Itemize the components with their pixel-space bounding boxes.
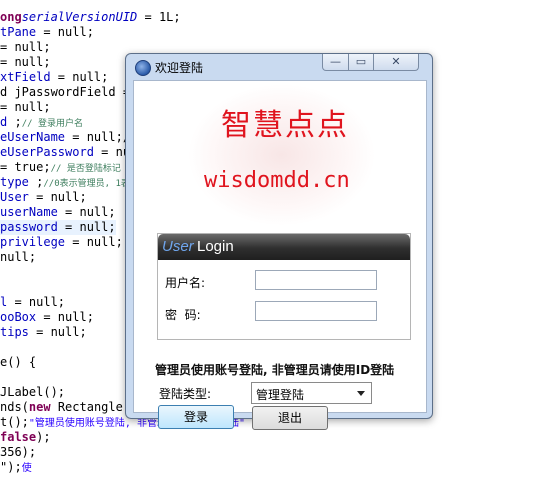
code-line: = null;	[0, 100, 51, 115]
code-line: userName = null;	[0, 205, 116, 220]
title-bar[interactable]: 欢迎登陆 — ▭ ✕	[126, 54, 432, 80]
code-token-post: = null;	[65, 235, 123, 249]
minimize-button[interactable]: —	[322, 54, 349, 71]
code-token-fld2: type	[0, 175, 29, 189]
code-token-cmt: // 是否登陆标记	[50, 164, 121, 174]
username-input[interactable]	[255, 270, 377, 290]
login-notice: 管理员使用账号登陆, 非管理员请使用ID登陆	[155, 363, 395, 377]
brand-title-english: wisdomdd.cn	[204, 168, 350, 193]
code-token-post: ");	[0, 460, 22, 474]
code-line: nds(new Rectangle(1	[0, 400, 137, 415]
code-token-post: null;	[0, 250, 37, 264]
maximize-button[interactable]: ▭	[348, 54, 374, 71]
code-line: tips = null;	[0, 325, 87, 340]
code-token-post: = null;	[36, 310, 94, 324]
code-line: d ;// 登录用户名	[0, 115, 83, 130]
brand-title-chinese: 智慧点点	[221, 108, 349, 143]
code-token-kw: new	[28, 400, 51, 414]
login-panel-header: User Login	[158, 234, 410, 260]
code-line: eUserPassword = nul	[0, 145, 137, 160]
code-line: password = null;	[0, 220, 116, 235]
code-token-post: = null;	[50, 70, 109, 84]
code-token-cmt: // 登录用户名	[21, 119, 83, 129]
exit-button[interactable]: 退出	[252, 406, 328, 430]
code-line: ongserialVersionUID = 1L;	[0, 10, 181, 25]
header-login-text: Login	[197, 238, 234, 255]
code-token-post: = null;	[57, 205, 116, 219]
code-token-pre: 356);	[0, 445, 37, 459]
code-token-fld2: userName	[0, 205, 58, 219]
code-line: tPane = null;	[0, 25, 94, 40]
code-token-fld: serialVersionUID	[21, 10, 138, 24]
code-line: xtField = null;	[0, 70, 108, 85]
code-token-fld2: ooBox	[0, 310, 37, 324]
code-line: eUserName = null;/	[0, 130, 130, 145]
window-title: 欢迎登陆	[155, 61, 204, 75]
login-type-select[interactable]: 管理登陆	[251, 382, 372, 404]
code-line: l = null;	[0, 295, 65, 310]
header-user-text: User	[162, 238, 194, 255]
code-token-kw: ong	[0, 10, 22, 24]
close-button[interactable]: ✕	[373, 54, 419, 71]
login-type-label: 登陆类型:	[159, 387, 212, 401]
username-label: 用户名:	[165, 276, 206, 290]
login-panel: User Login 用户名: 密 码:	[157, 233, 411, 340]
code-token-pre: d jPasswordField =	[0, 85, 138, 99]
chevron-down-icon	[357, 391, 365, 396]
code-line: JLabel();	[0, 385, 65, 400]
code-token-pre: t(	[0, 415, 15, 429]
code-line: ");使	[0, 460, 32, 475]
code-line: privilege = null;	[0, 235, 123, 250]
code-token-fld2: User	[0, 190, 29, 204]
code-token-post: = true;	[0, 160, 51, 174]
login-type-selected: 管理登陆	[256, 388, 305, 402]
app-icon	[135, 60, 151, 76]
code-token-post: = null;	[28, 190, 87, 204]
code-token-fld2: tips	[0, 325, 29, 339]
code-token-post: = null;	[57, 220, 116, 234]
code-token-str: 使	[21, 463, 32, 474]
code-token-post: = null;	[28, 325, 87, 339]
code-line: e() {	[0, 355, 36, 370]
code-token-post: = null;/	[65, 130, 131, 144]
code-token-post: = null;	[0, 40, 51, 54]
code-token-fld2: eUserPassword	[0, 145, 94, 159]
code-token-fld2: eUserName	[0, 130, 66, 144]
code-token-fld2: password	[0, 220, 58, 234]
code-token-kw: false	[0, 430, 37, 444]
code-token-post: ;	[7, 115, 22, 129]
code-token-pre: e() {	[0, 355, 37, 369]
code-line: User = null;	[0, 190, 87, 205]
code-token-post: = null;	[7, 295, 66, 309]
code-token-pre: nds(	[0, 400, 29, 414]
code-token-post: = null;	[0, 55, 51, 69]
code-token-post: );	[14, 415, 29, 429]
code-line: = null;	[0, 55, 51, 70]
code-line: null;	[0, 250, 36, 265]
code-token-post: ;	[28, 175, 44, 189]
code-token-post: = null;	[0, 100, 51, 114]
password-input[interactable]	[255, 301, 377, 321]
code-token-fld2: xtField	[0, 70, 51, 84]
code-token-fld2: tPane	[0, 25, 37, 39]
code-line: 356);	[0, 445, 36, 460]
login-dialog-window: 欢迎登陆 — ▭ ✕ 智慧点点 wisdomdd.cn User Login 用…	[125, 53, 433, 430]
code-token-post: = 1L;	[137, 10, 181, 24]
dialog-content: 智慧点点 wisdomdd.cn User Login 用户名: 密 码: 管理…	[133, 80, 427, 430]
password-label: 密 码:	[165, 308, 201, 322]
code-line: false);	[0, 430, 51, 445]
code-line: type ;//0表示管理员, 1表	[0, 175, 130, 190]
code-line: = true;// 是否登陆标记	[0, 160, 121, 175]
code-token-post: );	[36, 430, 51, 444]
code-token-post: = null;	[36, 25, 94, 39]
code-line: ooBox = null;	[0, 310, 94, 325]
login-button[interactable]: 登录	[158, 405, 234, 429]
code-token-pre: JLabel();	[0, 385, 66, 399]
code-line: = null;	[0, 40, 51, 55]
code-token-cmt: //0表示管理员, 1表	[43, 179, 130, 189]
code-token-fld2: privilege	[0, 235, 66, 249]
